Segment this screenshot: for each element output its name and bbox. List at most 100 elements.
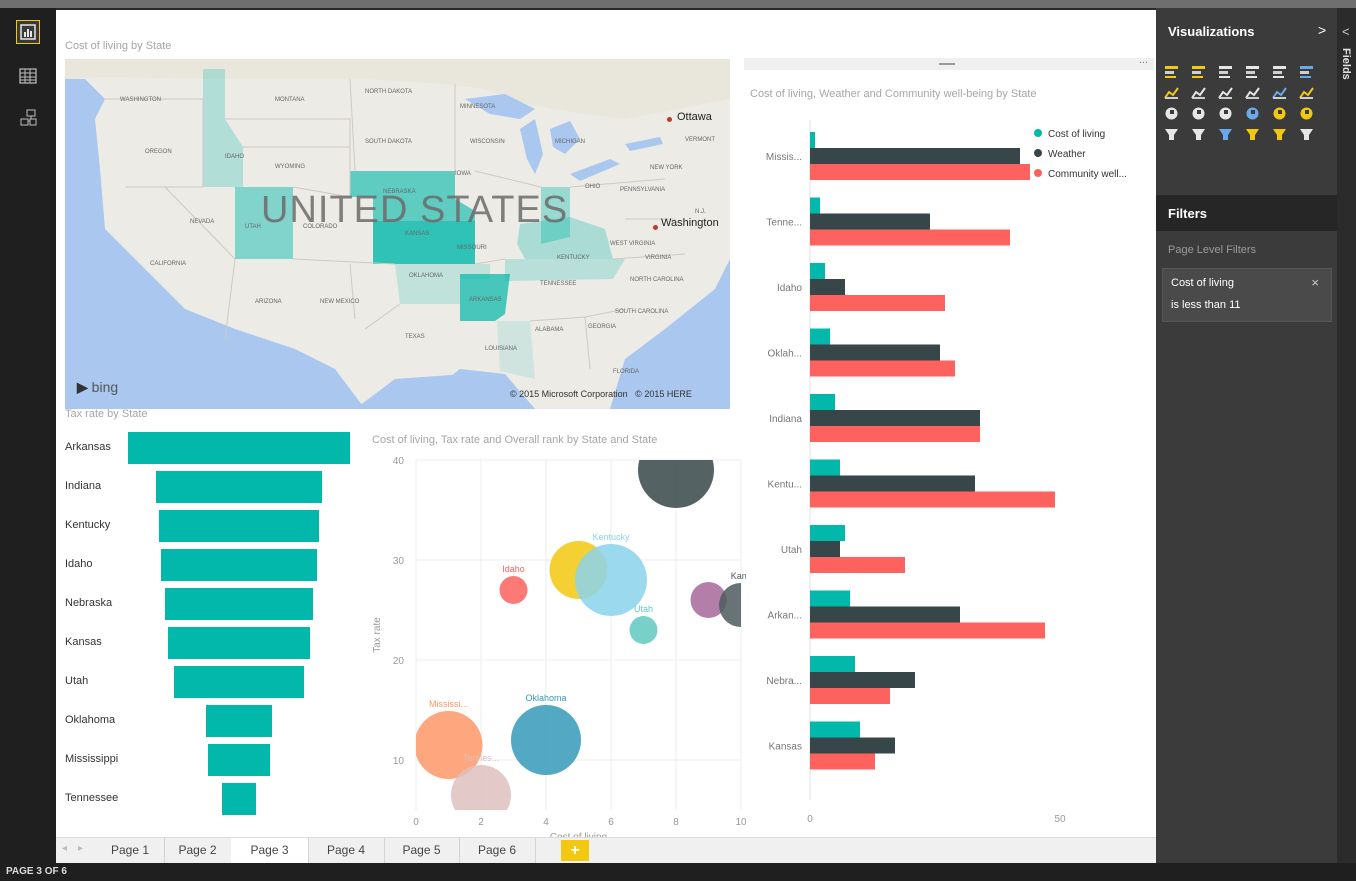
bar-segment[interactable] <box>810 295 945 311</box>
more-options-icon[interactable]: ... <box>1139 54 1148 66</box>
legend-label[interactable]: Community well... <box>1048 169 1127 180</box>
funnel-bar[interactable] <box>167 627 311 659</box>
bar-segment[interactable] <box>810 426 980 442</box>
legend-label[interactable]: Cost of living <box>1048 129 1105 140</box>
bar-segment[interactable] <box>810 229 1010 246</box>
bar-segment[interactable] <box>810 721 860 738</box>
donut-chart-icon[interactable] <box>1299 127 1314 142</box>
stacked-column-chart-icon[interactable] <box>1191 64 1206 79</box>
visual-header-bar[interactable]: ... <box>744 54 1154 70</box>
bar-segment[interactable] <box>810 197 820 214</box>
bar-segment[interactable] <box>810 148 1020 164</box>
funnel-bar[interactable] <box>173 666 305 698</box>
bar-segment[interactable] <box>810 475 975 492</box>
pie-chart-icon[interactable] <box>1164 106 1179 121</box>
gauge-icon[interactable] <box>1191 127 1206 142</box>
scatter-point[interactable] <box>511 705 581 775</box>
tab-page-5[interactable]: Page 5 <box>384 838 460 863</box>
tab-page-4[interactable]: Page 4 <box>308 838 385 863</box>
collapse-pane-icon[interactable]: > <box>1318 22 1326 38</box>
scatter-chart-icon[interactable] <box>1299 85 1314 100</box>
bar-segment[interactable] <box>810 688 890 704</box>
funnel-bar[interactable] <box>222 783 256 815</box>
funnel-bar[interactable] <box>159 510 319 542</box>
funnel-bar[interactable] <box>161 549 317 581</box>
fields-pane-collapsed[interactable]: < Fields <box>1337 8 1356 863</box>
funnel-bar[interactable] <box>164 588 314 620</box>
bar-segment[interactable] <box>810 263 825 279</box>
tab-page-2[interactable]: Page 2 <box>164 838 232 863</box>
bar-segment[interactable] <box>810 132 815 148</box>
waterfall-chart-icon[interactable] <box>1272 85 1287 100</box>
bar-segment[interactable] <box>810 360 955 377</box>
scatter-point[interactable] <box>638 450 714 508</box>
data-view-icon[interactable] <box>16 64 40 88</box>
clustered-bar-chart-visual[interactable]: 0 50 Missis... Tenne... Idaho Oklah... Indiana… <box>746 110 1146 835</box>
state-tennessee[interactable] <box>505 259 625 281</box>
bar-segment[interactable] <box>810 344 940 361</box>
funnel-bar[interactable] <box>128 432 350 464</box>
stacked-bar-chart-icon[interactable] <box>1164 64 1179 79</box>
bar-segment[interactable] <box>810 737 895 754</box>
bar-segment[interactable] <box>810 213 930 230</box>
relationships-view-icon[interactable] <box>16 106 40 130</box>
filter-card-cost-of-living[interactable]: Cost of living × is less than 11 <box>1162 268 1332 322</box>
bar-segment[interactable] <box>810 656 855 672</box>
treemap-icon[interactable] <box>1191 106 1206 121</box>
area-chart-icon[interactable] <box>1191 85 1206 100</box>
scatter-point[interactable] <box>629 616 658 644</box>
tabs-scroll-right-icon[interactable]: ▸ <box>78 843 83 854</box>
slicer-icon[interactable] <box>1272 127 1287 142</box>
state-label: SOUTH DAKOTA <box>365 139 412 145</box>
bar-segment[interactable] <box>810 164 1030 180</box>
scatter-point[interactable] <box>451 765 511 825</box>
matrix-icon[interactable] <box>1272 106 1287 121</box>
multi-row-card-icon[interactable] <box>1245 127 1260 142</box>
bar-segment[interactable] <box>810 491 1055 508</box>
remove-filter-icon[interactable]: × <box>1311 275 1319 290</box>
map-icon[interactable] <box>1218 106 1233 121</box>
funnel-bar[interactable] <box>155 471 323 503</box>
clustered-bar-chart-icon[interactable] <box>1218 64 1233 79</box>
bar-segment[interactable] <box>810 753 875 770</box>
100-percent-column-chart-icon[interactable] <box>1299 64 1314 79</box>
legend-label[interactable]: Weather <box>1048 149 1086 160</box>
scatter-point[interactable] <box>499 576 528 604</box>
bar-segment[interactable] <box>810 328 830 345</box>
bar-segment[interactable] <box>810 672 915 688</box>
line-and-column-chart-icon[interactable] <box>1218 85 1233 100</box>
tab-page-6[interactable]: Page 6 <box>459 838 536 863</box>
expand-fields-icon[interactable]: < <box>1342 24 1350 39</box>
filter-condition[interactable]: is less than 11 <box>1171 299 1241 311</box>
bar-segment[interactable] <box>810 557 905 573</box>
bar-segment[interactable] <box>810 590 850 607</box>
filled-map-icon[interactable] <box>1299 106 1314 121</box>
clustered-column-chart-icon[interactable] <box>1245 64 1260 79</box>
funnel-bar[interactable] <box>207 744 271 776</box>
bar-segment[interactable] <box>810 525 845 541</box>
scatter-chart-visual[interactable]: 102030400 2 4 6 8 10Cost of livingTax rateMis… <box>366 450 746 840</box>
funnel-icon[interactable] <box>1164 127 1179 142</box>
tab-page-3[interactable]: Page 3 <box>231 838 309 865</box>
line-chart-icon[interactable] <box>1164 85 1179 100</box>
drag-handle-icon[interactable] <box>939 63 955 65</box>
bar-segment[interactable] <box>810 279 845 295</box>
funnel-bar[interactable] <box>205 705 273 737</box>
report-view-icon[interactable] <box>16 20 40 44</box>
bar-segment[interactable] <box>810 606 960 623</box>
bar-segment[interactable] <box>810 541 840 557</box>
table-icon[interactable] <box>1245 106 1260 121</box>
bar-segment[interactable] <box>810 410 980 426</box>
line-and-stacked-column-chart-icon[interactable] <box>1245 85 1260 100</box>
bar-segment[interactable] <box>810 459 840 476</box>
100-percent-bar-chart-icon[interactable] <box>1272 64 1287 79</box>
state-label: WEST VIRGINIA <box>610 241 656 247</box>
funnel-visual[interactable]: Arkansas Indiana Kentucky Idaho Nebraska Kans… <box>56 428 366 828</box>
bar-segment[interactable] <box>810 394 835 410</box>
tab-page-1[interactable]: Page 1 <box>96 838 165 863</box>
bar-segment[interactable] <box>810 622 1045 639</box>
filled-map-visual[interactable]: WASHINGTON MONTANA NORTH DAKOTA MINNESOTA OR… <box>65 59 730 409</box>
add-page-button[interactable]: + <box>561 840 589 861</box>
tabs-scroll-left-icon[interactable]: ◂ <box>62 843 67 854</box>
card-icon[interactable] <box>1218 127 1233 142</box>
